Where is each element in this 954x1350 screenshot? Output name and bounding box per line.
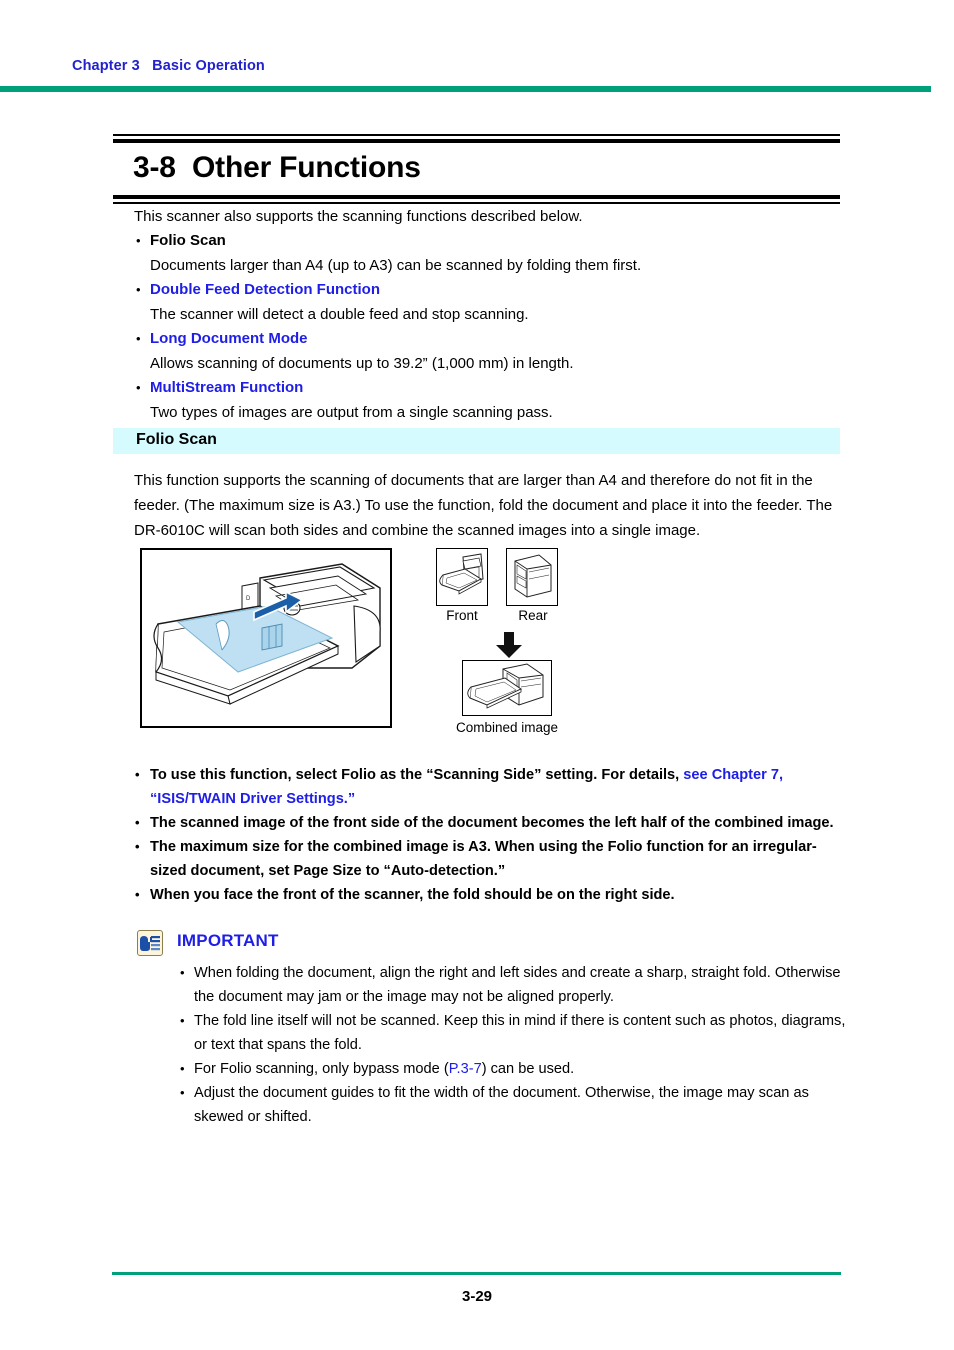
usage-note-item: • The scanned image of the front side of … — [134, 811, 846, 835]
function-link[interactable]: Double Feed Detection Function — [150, 281, 380, 298]
subsection-body: This function supports the scanning of d… — [134, 468, 840, 543]
usage-note-text: The scanned image of the front side of t… — [150, 815, 834, 831]
scanner-rear-view-thumbnail — [506, 548, 558, 606]
bullet-marker: • — [180, 965, 185, 980]
scanner-feeding-illustration: D — [140, 548, 392, 728]
important-item: • When folding the document, align the ri… — [179, 961, 847, 1009]
usage-note-item: • The maximum size for the combined image… — [134, 835, 846, 883]
subsection-paragraph: This function supports the scanning of d… — [134, 472, 833, 539]
front-thumbnail-caption: Front — [446, 608, 478, 623]
scanner-front-view-icon — [439, 553, 484, 595]
function-link[interactable]: Long Document Mode — [150, 330, 308, 347]
usage-note-item: • When you face the front of the scanner,… — [134, 883, 846, 907]
intro-paragraph: This scanner also supports the scanning … — [134, 208, 583, 225]
figure-group: D Front Rear Combined image — [134, 548, 840, 753]
header-divider-rule — [0, 86, 931, 92]
footer-divider-rule — [112, 1272, 841, 1275]
scanner-front-view-thumbnail — [436, 548, 488, 606]
scanner-feeding-illustration-svg: D — [153, 563, 381, 705]
function-description: Two types of images are output from a si… — [150, 404, 553, 421]
usage-note-item: • To use this function, select Folio as t… — [134, 763, 846, 811]
function-bullet-item: • Folio Scan — [134, 229, 840, 253]
usage-note-text: When you face the front of the scanner, … — [150, 887, 675, 903]
important-note-text: When folding the document, align the rig… — [194, 965, 841, 1005]
usage-note-text: To use this function, select Folio as th… — [150, 767, 684, 783]
pointing-hand-glyph — [140, 936, 160, 951]
important-note-text: For Folio scanning, only bypass mode ( — [194, 1061, 449, 1077]
usage-note-text: The maximum size for the combined image … — [150, 839, 817, 879]
bullet-marker: • — [180, 1061, 185, 1076]
chapter-breadcrumb: Chapter 3 Basic Operation — [72, 58, 265, 74]
important-pointing-hand-icon — [137, 930, 163, 956]
important-note-text: Adjust the document guides to fit the wi… — [194, 1085, 809, 1125]
important-note-link[interactable]: P.3-7 — [449, 1061, 482, 1077]
scanner-rear-view-icon — [514, 554, 552, 598]
function-description: Allows scanning of documents up to 39.2”… — [150, 355, 574, 372]
function-description: Documents larger than A4 (up to A3) can … — [150, 257, 642, 274]
bullet-marker: • — [180, 1085, 185, 1100]
function-bullet-item: • MultiStream Function — [134, 376, 840, 400]
bullet-marker: • — [136, 380, 141, 395]
figure-thumbnail-column: Front Rear Combined image — [432, 548, 662, 735]
subsection-heading-label: Folio Scan — [136, 431, 217, 448]
bullet-marker: • — [136, 331, 141, 346]
important-bullet-list: • When folding the document, align the ri… — [179, 961, 847, 1129]
function-description: The scanner will detect a double feed an… — [150, 306, 529, 323]
subsection-heading-band: Folio Scan — [113, 428, 840, 454]
function-bullet-list: • Folio Scan Documents larger than A4 (up … — [134, 229, 840, 425]
page-title: 3-8 Other Functions — [133, 151, 421, 184]
important-note-text: ) can be used. — [481, 1061, 575, 1077]
svg-text:D: D — [246, 596, 251, 602]
bullet-marker: • — [135, 839, 140, 854]
combined-image-caption: Combined image — [455, 720, 559, 735]
scanner-combined-image-icon — [467, 663, 544, 709]
intro-section: This scanner also supports the scanning … — [134, 204, 840, 425]
function-bullet-item: • Long Document Mode — [134, 327, 840, 351]
important-callout: IMPORTANT • When folding the document, al… — [137, 929, 847, 1125]
important-note-text: The fold line itself will not be scanned… — [194, 1013, 846, 1053]
important-callout-header: IMPORTANT — [137, 929, 847, 961]
important-item: • For Folio scanning, only bypass mode (P… — [179, 1057, 847, 1081]
bullet-marker: • — [135, 887, 140, 902]
section-title-block: 3-8 Other Functions — [113, 134, 840, 204]
important-title: IMPORTANT — [177, 931, 279, 950]
bullet-marker: • — [135, 767, 140, 782]
important-item: • The fold line itself will not be scanne… — [179, 1009, 847, 1057]
bullet-marker: • — [135, 815, 140, 830]
scanner-combined-image-thumbnail — [462, 660, 552, 716]
bullet-marker: • — [180, 1013, 185, 1028]
bullet-marker: • — [136, 282, 141, 297]
rear-thumbnail-caption: Rear — [518, 608, 548, 623]
down-arrow-icon — [492, 632, 526, 658]
function-label: Folio Scan — [150, 232, 226, 249]
function-link[interactable]: MultiStream Function — [150, 379, 303, 396]
front-rear-thumbnail-row: Front Rear — [432, 548, 662, 630]
bullet-marker: • — [136, 233, 141, 248]
page-number: 3-29 — [461, 1288, 493, 1305]
important-item: • Adjust the document guides to fit the w… — [179, 1081, 847, 1129]
usage-notes-list: • To use this function, select Folio as t… — [134, 763, 846, 907]
function-bullet-item: • Double Feed Detection Function — [134, 278, 840, 302]
down-arrow-glyph — [496, 632, 522, 658]
